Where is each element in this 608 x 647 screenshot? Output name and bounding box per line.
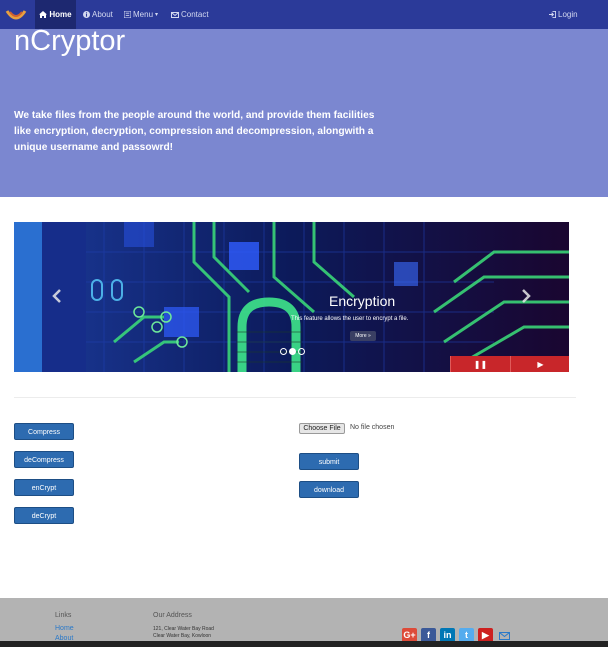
page-title: nCryptor <box>14 25 126 57</box>
carousel-prev-button[interactable] <box>47 288 67 310</box>
mail-icon[interactable] <box>499 632 510 640</box>
carousel-indicator[interactable] <box>298 348 305 355</box>
hero-description: We take files from the people around the… <box>14 110 375 153</box>
hero-jumbotron: nCryptor We take files from the people a… <box>0 25 608 197</box>
submit-button[interactable]: submit <box>299 453 359 470</box>
decrypt-button[interactable]: deCrypt <box>14 507 74 524</box>
caret-down-icon: ▾ <box>155 11 159 18</box>
carousel-pause-button[interactable]: ❚❚ <box>450 356 510 372</box>
nav-contact[interactable]: Contact <box>171 0 209 29</box>
decompress-button[interactable]: deCompress <box>14 451 74 468</box>
slide-title: Encryption <box>329 293 396 309</box>
bottom-bar <box>0 641 608 647</box>
carousel-indicators <box>280 348 305 355</box>
slide-caption: This feature allows the user to encrypt … <box>291 316 409 322</box>
nav-login-label: Login <box>558 9 578 19</box>
encrypt-button[interactable]: enCrypt <box>14 479 74 496</box>
chevron-right-icon <box>522 289 531 303</box>
file-status: No file chosen <box>350 424 395 431</box>
footer-address-heading: Our Address <box>153 612 192 619</box>
chevron-left-icon <box>52 289 61 303</box>
footer-address-line: Clear Water Bay, Kowloon <box>153 633 212 639</box>
carousel-play-button[interactable]: ▶ <box>510 356 569 372</box>
slide-more-button[interactable]: More » <box>350 331 376 341</box>
image-carousel: Encryption This feature allows the user … <box>14 222 569 372</box>
info-icon <box>83 11 90 18</box>
nav-contact-label: Contact <box>181 9 209 19</box>
pause-icon: ❚❚ <box>473 359 488 369</box>
footer-link-home[interactable]: Home <box>55 625 74 632</box>
carousel-next-button[interactable] <box>516 288 536 310</box>
nav-login[interactable]: Login <box>549 0 578 29</box>
ncryptor-logo-icon[interactable] <box>5 7 27 23</box>
list-icon <box>124 11 131 18</box>
home-icon <box>39 11 48 18</box>
footer-links-heading: Links <box>55 612 72 619</box>
footer-address-line: 121, Clear Water Bay Road <box>153 626 214 632</box>
play-icon: ▶ <box>537 359 544 369</box>
carousel-indicator-active[interactable] <box>289 348 296 355</box>
nav-menu-dropdown[interactable]: Menu ▾ <box>124 0 158 29</box>
login-icon <box>549 11 556 18</box>
footer: Links Home About Our Address 121, Clear … <box>0 598 608 647</box>
envelope-icon <box>171 11 179 18</box>
carousel-indicator[interactable] <box>280 348 287 355</box>
download-button[interactable]: download <box>299 481 359 498</box>
compress-button[interactable]: Compress <box>14 423 74 440</box>
section-divider <box>14 397 576 398</box>
nav-menu-label: Menu <box>133 9 154 19</box>
choose-file-button[interactable]: Choose File <box>299 423 345 434</box>
